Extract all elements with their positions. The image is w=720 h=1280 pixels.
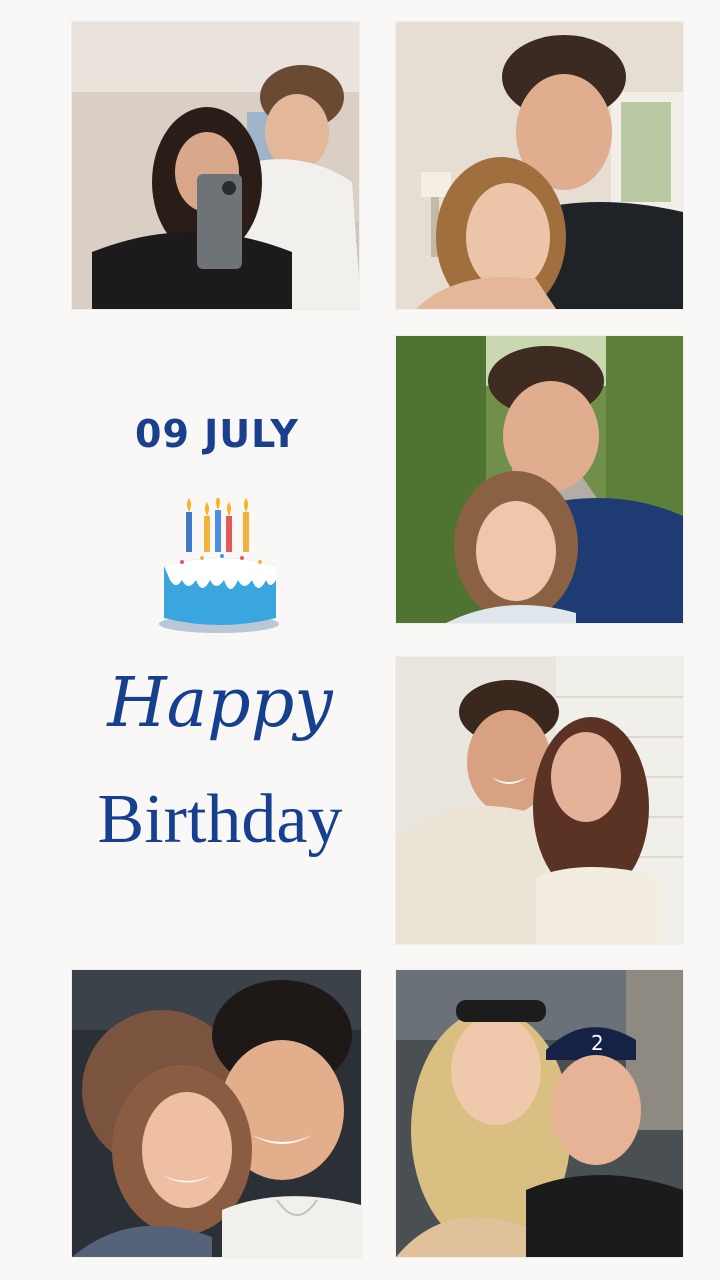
couple-laughing-selfie-photo <box>396 657 683 944</box>
birthday-cake-icon <box>152 496 287 640</box>
couple-mirror-selfie-photo <box>72 22 359 309</box>
couple-cuddle-photo <box>396 22 683 309</box>
date-label: 09 JULY <box>135 412 299 456</box>
greeting-happy: Happy <box>107 664 333 743</box>
svg-text:2: 2 <box>591 1031 604 1055</box>
couple-cap-selfie-photo: 2 <box>396 970 683 1257</box>
couple-smiling-closeup-photo <box>72 970 361 1257</box>
couple-garden-path-selfie-photo <box>396 336 683 623</box>
greeting-birthday: Birthday <box>97 781 343 858</box>
